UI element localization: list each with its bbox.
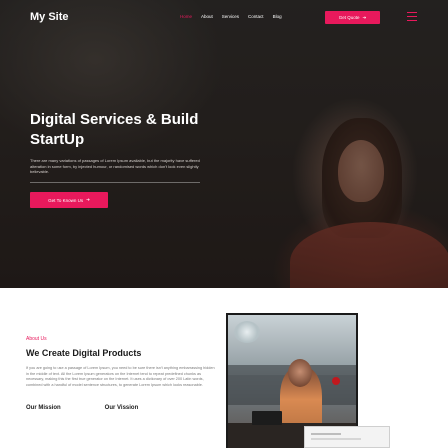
about-title: We Create Digital Products: [26, 348, 142, 358]
site-logo[interactable]: My Site: [30, 11, 69, 23]
get-to-know-us-button[interactable]: Get To Known Us ➜: [30, 192, 108, 208]
tab-our-vission[interactable]: Our Vission: [105, 405, 139, 411]
hero-description: There are many variations of passages of…: [30, 158, 200, 174]
nav-link-blog[interactable]: Blog: [273, 14, 282, 19]
nav-link-contact[interactable]: Contact: [248, 14, 264, 19]
get-quote-label: Get Quote: [338, 15, 360, 20]
photo-person-head: [288, 359, 312, 387]
hero-divider: [30, 182, 200, 183]
arrow-right-icon: ➜: [362, 14, 367, 20]
nav-link-services[interactable]: Services: [222, 14, 239, 19]
get-quote-button[interactable]: Get Quote ➜: [325, 11, 380, 24]
hero-section: My Site Home About Services Contact Blog…: [0, 0, 448, 288]
hero-title: Digital Services & Build StartUp: [30, 111, 199, 148]
top-navbar: My Site Home About Services Contact Blog…: [0, 0, 448, 36]
photo-laptop: [252, 411, 282, 425]
photo-plant: [234, 321, 260, 343]
nav-links: Home About Services Contact Blog: [180, 14, 291, 19]
mini-card-line: [311, 433, 341, 435]
hamburger-menu-icon[interactable]: [407, 12, 417, 21]
about-secondary-image: [304, 426, 390, 448]
get-to-know-us-label: Get To Known Us: [48, 197, 84, 203]
nav-link-about[interactable]: About: [201, 14, 213, 19]
photo-red-object: [332, 377, 340, 385]
mini-card-line: [311, 438, 361, 440]
nav-link-home[interactable]: Home: [180, 14, 192, 19]
about-section: About Us We Create Digital Products If y…: [0, 288, 448, 448]
about-tabs: Our Mission Our Vission: [26, 405, 182, 411]
arrow-right-icon: ➜: [86, 197, 90, 202]
tab-our-mission[interactable]: Our Mission: [26, 405, 61, 411]
about-paragraph: If you are going to use a passage of Lor…: [26, 366, 215, 387]
about-kicker: About Us: [26, 336, 47, 342]
